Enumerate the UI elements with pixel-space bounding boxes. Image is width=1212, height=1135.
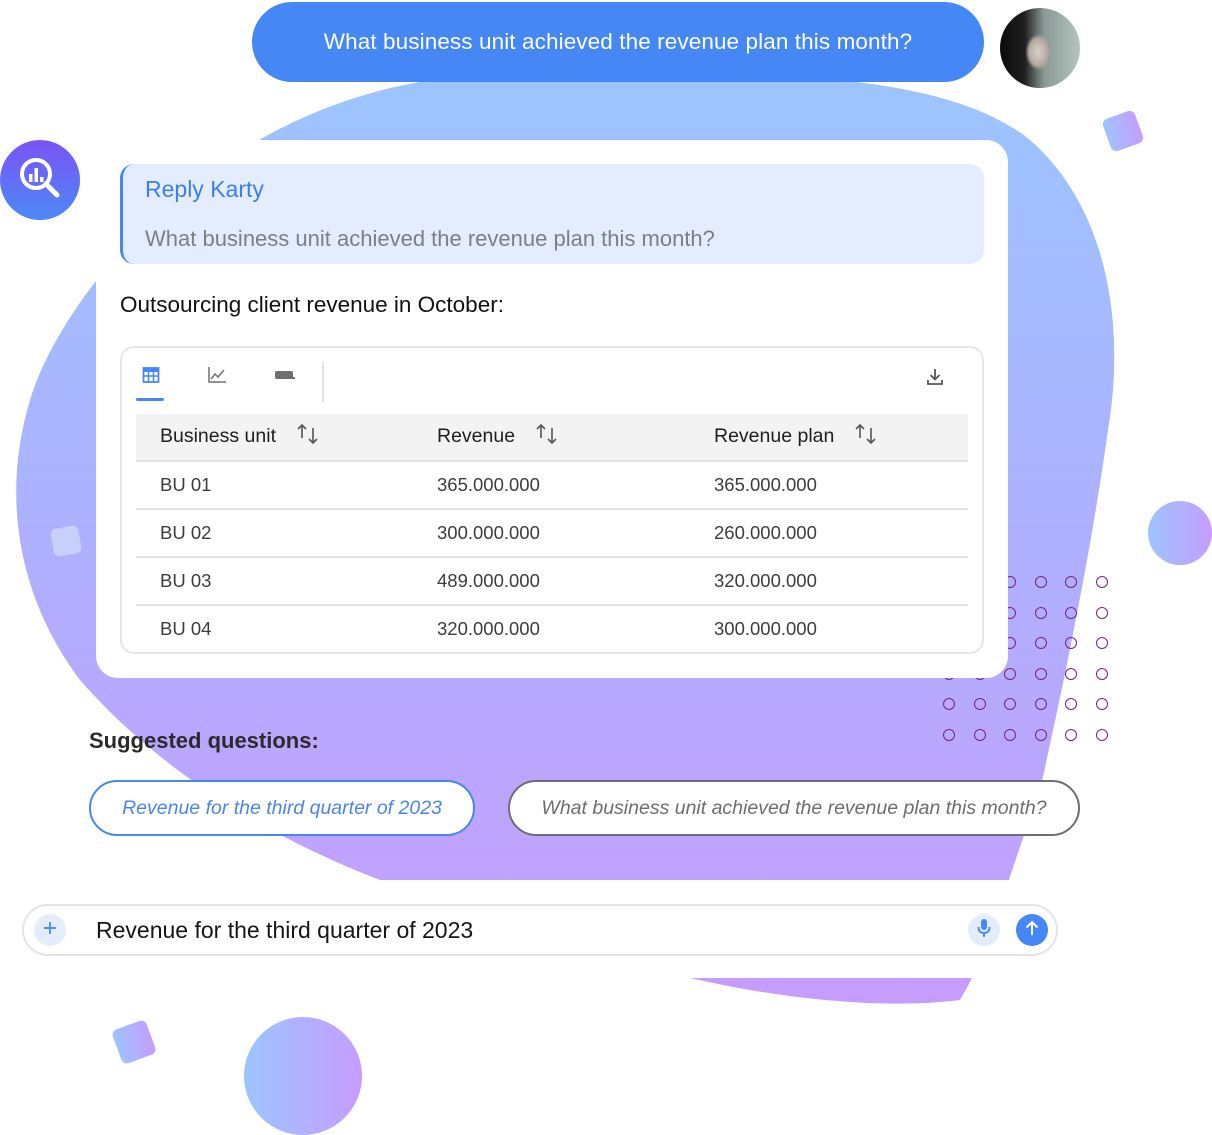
table-icon (142, 366, 160, 389)
decorative-dot (1004, 667, 1016, 680)
table-row: BU 04 320.000.000 300.000.000 (136, 605, 968, 652)
decorative-dot (973, 698, 986, 710)
table-header-row: Business unit Revenue Revenue plan (136, 414, 968, 462)
suggested-question-chip[interactable]: What business unit achieved the revenue … (508, 780, 1080, 836)
tab-divider (322, 362, 324, 402)
decorative-dot (1065, 728, 1077, 741)
cell-revenue: 365.000.000 (413, 461, 690, 510)
cell-revenue-plan: 365.000.000 (690, 461, 968, 510)
suggested-questions-title: Suggested questions: (89, 728, 319, 753)
reply-quoted-question: What business unit achieved the revenue … (145, 226, 715, 251)
download-button[interactable] (920, 364, 950, 394)
decorative-dot (1095, 728, 1108, 741)
table-row: BU 03 489.000.000 320.000.000 (136, 557, 968, 606)
decorative-dot (1095, 606, 1108, 619)
decorative-dot (1065, 637, 1077, 649)
decorative-dot (1065, 606, 1077, 619)
decorative-dot (1095, 576, 1108, 588)
decorative-dot (943, 698, 955, 710)
cell-revenue: 300.000.000 (413, 509, 690, 558)
result-panel: Business unit Revenue Revenue plan BU 01… (120, 346, 984, 654)
cell-revenue-plan: 300.000.000 (714, 618, 817, 639)
microphone-icon (976, 918, 992, 943)
cell-business-unit: BU 03 (136, 557, 413, 606)
cell-revenue: 320.000.000 (437, 618, 540, 639)
cell-business-unit: BU 04 (160, 618, 212, 639)
decorative-dot (1004, 728, 1016, 741)
decorative-dot (973, 728, 986, 741)
send-arrow-up-icon (1023, 919, 1041, 942)
decorative-square (49, 524, 83, 558)
decorative-dot (1065, 576, 1077, 588)
decorative-dot (1034, 576, 1047, 588)
line-chart-icon (207, 366, 227, 389)
cell-revenue: 489.000.000 (413, 557, 690, 606)
cell-revenue-plan: 260.000.000 (690, 509, 968, 558)
download-icon (925, 367, 945, 392)
decorative-dot (1095, 637, 1108, 649)
revenue-table: Business unit Revenue Revenue plan BU 01… (136, 414, 968, 652)
decorative-dot (1065, 698, 1077, 710)
answer-text: Outsourcing client revenue in October: (120, 292, 504, 317)
user-message-bubble: What business unit achieved the revenue … (252, 2, 984, 82)
decorative-dot (1095, 667, 1108, 680)
active-tab-indicator (136, 398, 164, 401)
column-header-business-unit[interactable]: Business unit (136, 414, 413, 462)
decorative-dot (1034, 637, 1047, 649)
tab-sql[interactable] (270, 362, 300, 392)
user-message-text: What business unit achieved the revenue … (323, 29, 913, 54)
sort-icon[interactable] (852, 422, 880, 452)
attach-button[interactable] (34, 914, 66, 946)
reply-title: Reply Karty (145, 176, 264, 202)
cell-revenue-plan: 320.000.000 (690, 557, 968, 606)
bot-avatar (0, 140, 80, 220)
bot-response-card: Reply Karty What business unit achieved … (96, 140, 1008, 678)
user-avatar[interactable] (1000, 8, 1080, 88)
decorative-dot (1095, 698, 1108, 710)
message-input[interactable] (96, 906, 916, 954)
table-row: BU 01 365.000.000 365.000.000 (136, 461, 968, 510)
decorative-dot (1004, 698, 1016, 710)
column-header-revenue[interactable]: Revenue (413, 414, 690, 462)
decorative-circle (1148, 501, 1212, 565)
column-header-revenue-plan[interactable]: Revenue plan (690, 414, 968, 462)
message-composer (22, 904, 1058, 956)
tab-chart[interactable] (202, 362, 232, 392)
send-button[interactable] (1016, 914, 1048, 946)
sort-icon[interactable] (294, 422, 322, 452)
decorative-circle (244, 1017, 362, 1135)
voice-input-button[interactable] (968, 914, 1000, 946)
decorative-dot (1065, 667, 1077, 680)
tab-table[interactable] (136, 362, 166, 392)
decorative-dot (943, 728, 955, 741)
decorative-dot (1034, 606, 1047, 619)
reply-quote-box: Reply Karty What business unit achieved … (120, 164, 984, 264)
search-analytics-icon (15, 153, 65, 208)
suggested-question-chip[interactable]: Revenue for the third quarter of 2023 (89, 780, 475, 836)
decorative-dot (1034, 728, 1047, 741)
cell-business-unit: BU 02 (136, 509, 413, 558)
table-row: BU 02 300.000.000 260.000.000 (136, 509, 968, 558)
plus-icon (42, 920, 58, 941)
sql-icon (274, 368, 296, 386)
sort-icon[interactable] (533, 422, 561, 452)
decorative-dot (1034, 698, 1047, 710)
cell-business-unit: BU 01 (136, 461, 413, 510)
decorative-dot (1034, 667, 1047, 680)
